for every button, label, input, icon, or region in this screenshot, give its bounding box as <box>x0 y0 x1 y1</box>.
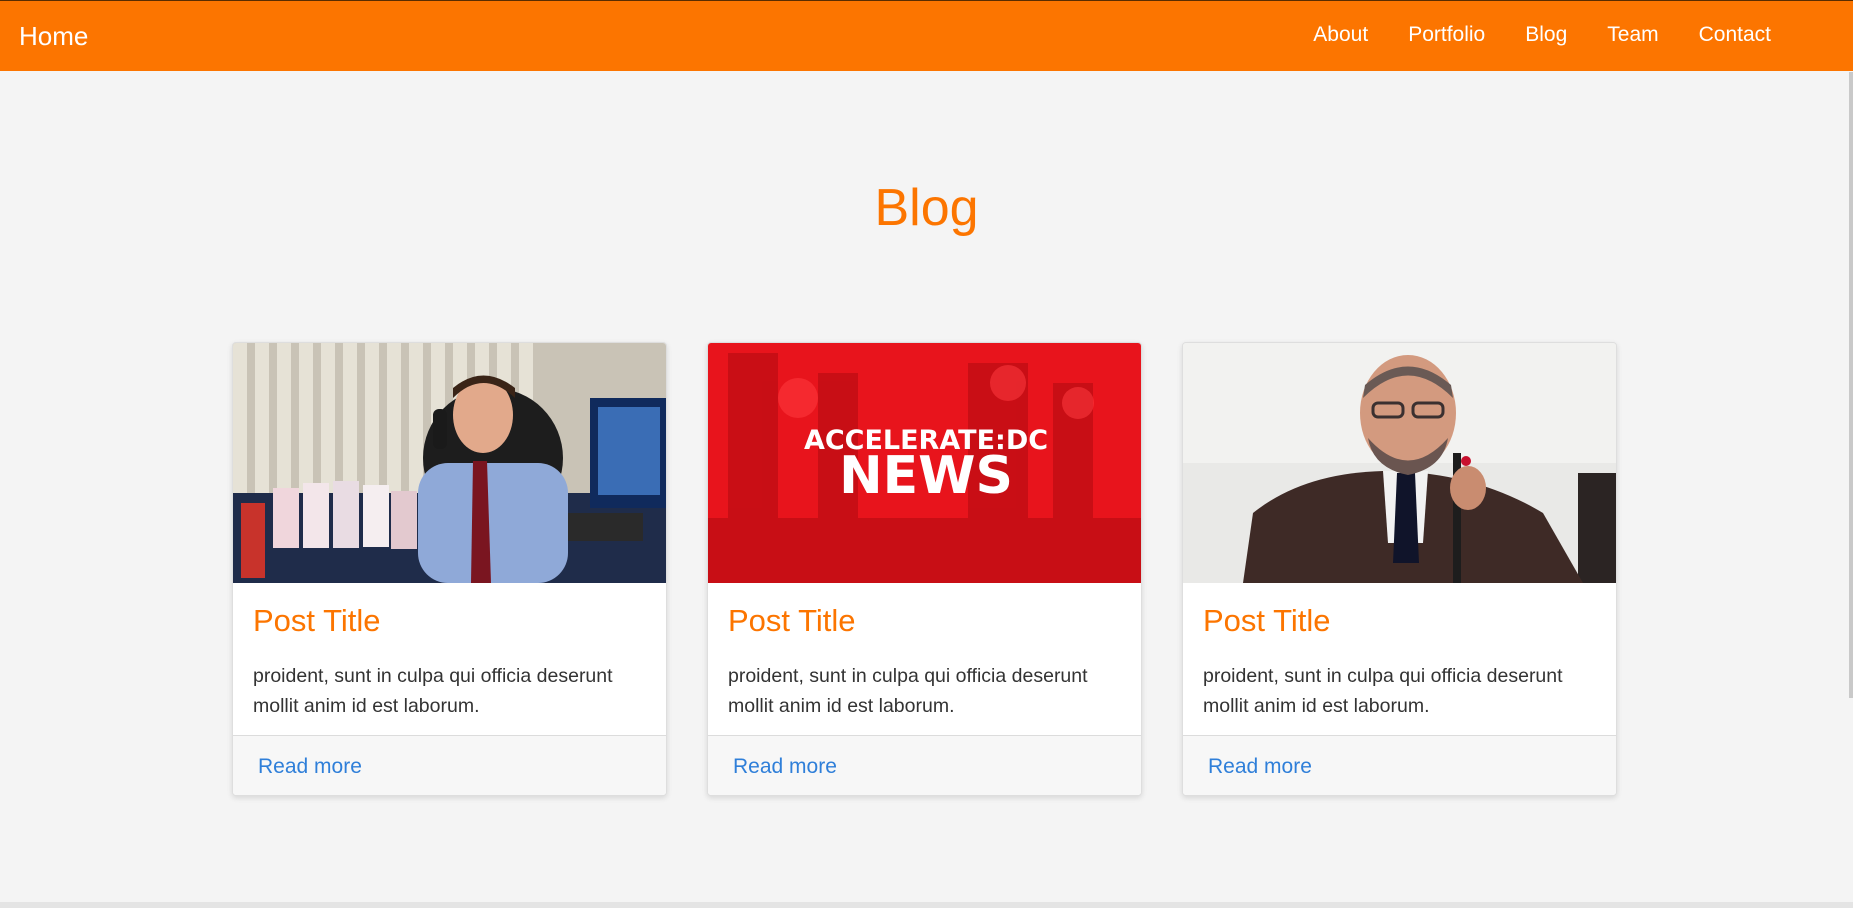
blog-card: ACCELERATE:DC NEWS Post Title proident, … <box>707 342 1142 796</box>
post-image-news-banner[interactable]: ACCELERATE:DC NEWS <box>708 343 1141 583</box>
post-excerpt: proident, sunt in culpa qui officia dese… <box>1203 665 1563 717</box>
section-title: Blog <box>874 179 979 237</box>
card-footer: Read more <box>1183 735 1616 795</box>
blog-card: Post Title proident, sunt in culpa qui o… <box>1182 342 1617 796</box>
nav-link-team[interactable]: Team <box>1607 23 1658 47</box>
scrollbar[interactable] <box>1849 72 1853 698</box>
post-title[interactable]: Post Title <box>1203 603 1331 639</box>
post-excerpt: proident, sunt in culpa qui officia dese… <box>253 665 613 717</box>
nav-link-contact[interactable]: Contact <box>1699 23 1771 47</box>
post-title[interactable]: Post Title <box>253 603 381 639</box>
nav-link-about[interactable]: About <box>1313 23 1368 47</box>
post-title[interactable]: Post Title <box>728 603 856 639</box>
banner-text-news: NEWS <box>839 446 1013 506</box>
card-footer: Read more <box>708 735 1141 795</box>
nav-link-blog[interactable]: Blog <box>1525 23 1567 47</box>
post-excerpt: proident, sunt in culpa qui officia dese… <box>728 665 1088 717</box>
top-navbar: Home About Portfolio Blog Team Contact <box>0 0 1853 71</box>
next-section-edge <box>0 902 1853 908</box>
home-link[interactable]: Home <box>19 21 88 52</box>
blog-card: Post Title proident, sunt in culpa qui o… <box>232 342 667 796</box>
nav-link-portfolio[interactable]: Portfolio <box>1408 23 1485 47</box>
read-more-link[interactable]: Read more <box>1208 755 1312 779</box>
post-image-man-with-microphone[interactable] <box>1183 343 1616 583</box>
post-image-man-on-phone[interactable] <box>233 343 666 583</box>
card-footer: Read more <box>233 735 666 795</box>
read-more-link[interactable]: Read more <box>258 755 362 779</box>
nav-links: About Portfolio Blog Team Contact <box>1313 23 1771 47</box>
read-more-link[interactable]: Read more <box>733 755 837 779</box>
